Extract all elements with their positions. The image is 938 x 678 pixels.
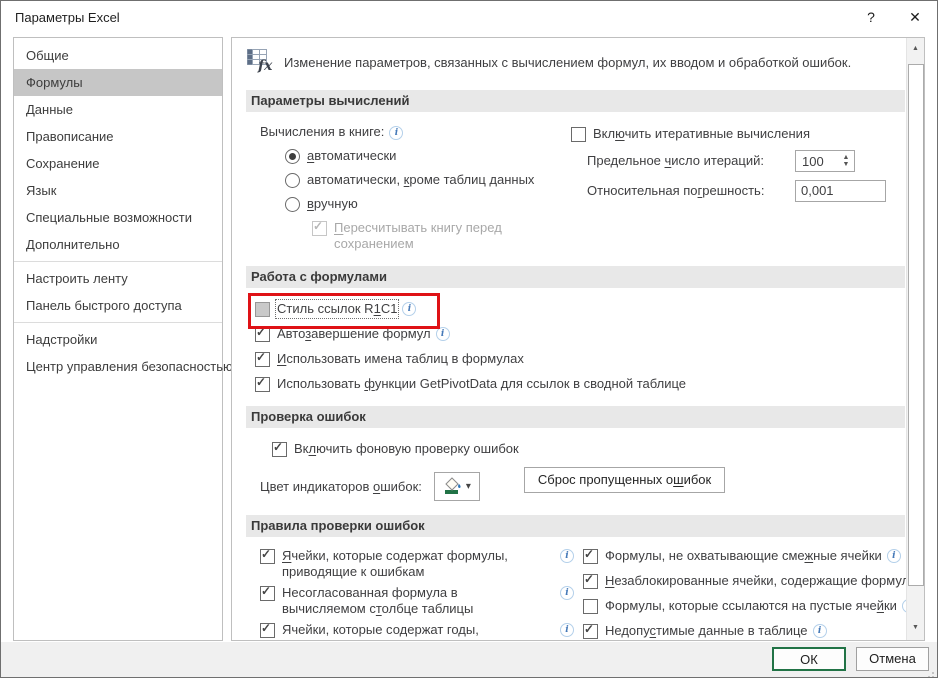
checkbox[interactable]: ✓ [583,622,598,639]
checkbox: ✓ [312,219,327,236]
checkbox[interactable]: ✓ [583,572,598,589]
sidebar-item-customize-ribbon[interactable]: Настроить ленту [14,265,222,292]
formulas-settings-panel: fx Изменение параметров, связанных с выч… [231,37,925,641]
max-iterations-label: Предельное число итераций: [587,153,764,168]
indicator-color-dropdown[interactable]: ▾ [433,472,480,501]
checkbox-formula-autocomplete[interactable]: ✓ Автозавершение формул i [255,325,905,342]
titlebar-buttons: ? ✕ [849,1,937,33]
info-icon[interactable]: i [402,302,417,316]
sidebar-separator [14,261,222,262]
checkbox-r1c1-reference-style[interactable]: ✓ Стиль ссылок R1C1 i [248,293,905,329]
checkbox[interactable]: ✓ [255,375,270,392]
sidebar-item-advanced[interactable]: Дополнительно [14,231,222,258]
formulas-settings-scroll-area: fx Изменение параметров, связанных с выч… [232,38,907,640]
checkbox-formulas-omitting-adjacent-cells[interactable]: ✓ Формулы, не охватывающие смежные ячейк… [583,547,907,564]
help-icon[interactable]: ? [849,1,893,33]
checkbox-invalid-table-data[interactable]: ✓ Недопустимые данные в таблице i [583,622,907,639]
radio-button[interactable] [285,197,300,212]
checkbox[interactable]: ✓ [571,127,586,142]
sidebar-item-save[interactable]: Сохранение [14,150,222,177]
ok-button[interactable]: ОК [772,647,846,671]
info-icon[interactable]: i [560,549,574,563]
radio-automatic[interactable]: автоматически [285,148,571,164]
section-header-calculation-options: Параметры вычислений [246,90,905,112]
dialog-title: Параметры Excel [15,9,120,25]
dropdown-caret-icon: ▾ [465,481,471,492]
max-iterations-input[interactable]: 100 ▲ ▼ [795,150,855,172]
spin-down-icon[interactable]: ▼ [843,161,850,168]
sidebar-item-formulas[interactable]: Формулы [14,69,222,96]
sidebar-item-quick-access-toolbar[interactable]: Панель быстрого доступа [14,292,222,319]
vertical-scrollbar[interactable]: ▲ ▼ [906,38,924,640]
checkbox[interactable]: ✓ [255,302,270,317]
section-header-error-checking-rules: Правила проверки ошибок [246,515,905,537]
info-icon[interactable]: i [560,586,574,600]
checkbox[interactable]: ✓ [260,547,275,564]
checkbox[interactable]: ✓ [272,440,287,457]
checkbox-enable-iterative-calculation[interactable]: ✓ Включить итеративные вычисления [571,126,905,142]
checkbox[interactable]: ✓ [255,350,270,367]
info-icon[interactable]: i [560,623,574,637]
checkbox-formulas-referring-empty-cells[interactable]: ✓ Формулы, которые ссылаются на пустые я… [583,598,907,614]
dialog-footer: ОК Отмена [1,642,937,677]
spinner-arrows[interactable]: ▲ ▼ [838,154,854,168]
workbook-calculation-group: Вычисления в книге: i автоматически авто… [246,124,571,252]
sidebar-item-accessibility[interactable]: Специальные возможности [14,204,222,231]
sidebar-item-proofing[interactable]: Правописание [14,123,222,150]
fill-color-icon [443,476,463,498]
max-change-input[interactable]: 0,001 [795,180,886,202]
close-icon[interactable]: ✕ [893,1,937,33]
checkbox[interactable]: ✓ [583,599,598,614]
sidebar-item-language[interactable]: Язык [14,177,222,204]
checkbox-two-digit-years[interactable]: ✓ Ячейки, которые содержат годы, предста… [260,621,574,640]
error-checking-rules-body: ✓ Ячейки, которые содержат формулы, прив… [246,547,907,640]
sidebar-item-trust-center[interactable]: Центр управления безопасностью [14,353,233,380]
scroll-up-icon[interactable]: ▲ [907,40,924,57]
sidebar-item-general[interactable]: Общие [14,42,222,69]
section-header-error-checking: Проверка ошибок [246,406,905,428]
page-description: Изменение параметров, связанных с вычисл… [284,55,852,70]
indicator-color-label: Цвет индикаторов ошибок: [260,478,422,494]
radio-button[interactable] [285,149,300,164]
info-icon[interactable]: i [886,549,901,563]
info-icon[interactable]: i [435,327,450,341]
scroll-down-icon[interactable]: ▼ [907,619,924,636]
page-intro: fx Изменение параметров, связанных с выч… [246,48,905,76]
info-icon[interactable]: i [812,624,827,638]
cancel-button[interactable]: Отмена [856,647,929,671]
error-indicator-row: Цвет индикаторов ошибок: ▾ Сброс пропуще… [260,467,905,501]
checkbox-unlocked-cells-with-formulas[interactable]: ✓ Незаблокированные ячейки, содержащие ф… [583,572,907,589]
radio-manual[interactable]: вручную [285,196,571,212]
sidebar-separator [14,322,222,323]
checkbox-recalculate-before-save: ✓ Пересчитывать книгу перед сохранением [312,219,502,251]
iterative-calculation-group: ✓ Включить итеративные вычисления Предел… [571,124,905,252]
sidebar-item-data[interactable]: Данные [14,96,222,123]
radio-button[interactable] [285,173,300,188]
max-change-label: Относительная погрешность: [587,183,765,198]
reset-ignored-errors-button[interactable]: Сброс пропущенных ошибок [523,467,726,493]
checkbox[interactable]: ✓ [583,547,598,564]
checkbox-cells-with-error-formulas[interactable]: ✓ Ячейки, которые содержат формулы, прив… [260,547,574,580]
title-bar: Параметры Excel ? ✕ [1,1,937,33]
formulas-fx-icon: fx [246,48,278,76]
workbook-calculation-label: Вычисления в книге: [260,124,385,139]
section-header-working-with-formulas: Работа с формулами [246,266,905,288]
category-sidebar: Общие Формулы Данные Правописание Сохран… [13,37,233,641]
info-icon[interactable]: i [389,125,404,140]
checkbox-use-table-names[interactable]: ✓ Использовать имена таблиц в формулах [255,350,905,367]
excel-options-dialog: Параметры Excel ? ✕ Общие Формулы Данные… [0,0,938,678]
radio-automatic-except-tables[interactable]: автоматически, кроме таблиц данных [285,172,571,188]
checkbox-background-error-checking[interactable]: ✓ Включить фоновую проверку ошибок [272,440,905,457]
checkbox[interactable]: ✓ [260,584,275,601]
checkbox[interactable]: ✓ [255,325,270,342]
sidebar-item-addins[interactable]: Надстройки [14,326,222,353]
checkbox-inconsistent-calculated-column[interactable]: ✓ Несогласованная формула в вычисляемом … [260,584,574,617]
scrollbar-thumb[interactable] [908,64,924,586]
checkbox[interactable]: ✓ [260,621,275,638]
calculation-options-body: Вычисления в книге: i автоматически авто… [246,124,905,252]
checkbox-use-getpivotdata[interactable]: ✓ Использовать функции GetPivotData для … [255,375,905,392]
resize-grip[interactable] [932,672,934,674]
spin-up-icon[interactable]: ▲ [843,154,850,161]
